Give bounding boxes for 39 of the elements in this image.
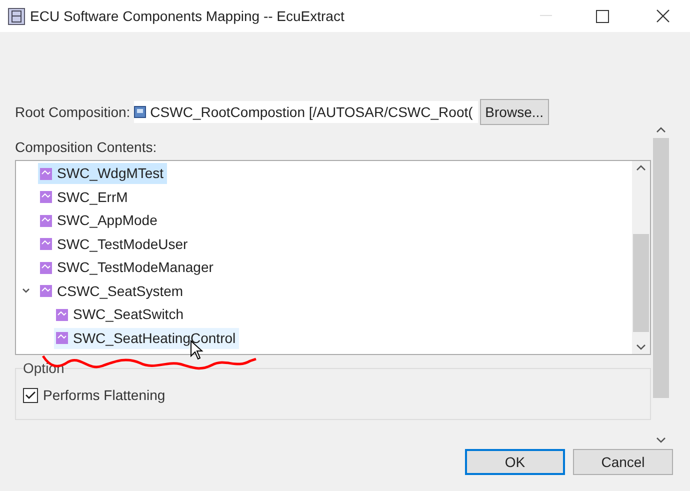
component-icon <box>40 238 52 250</box>
component-icon <box>56 332 68 344</box>
tree-item[interactable]: SWC_TestModeManager <box>38 257 216 278</box>
root-composition-field[interactable]: CSWC_RootCompostion [/AUTOSAR/CSWC_Root( <box>134 101 478 123</box>
root-composition-label: Root Composition: <box>15 102 130 122</box>
scroll-up-icon[interactable] <box>656 127 666 133</box>
scroll-up-icon[interactable] <box>636 165 646 171</box>
tree-item[interactable]: CSWC_SeatSystem <box>38 280 186 302</box>
component-icon <box>40 168 52 180</box>
dialog-button[interactable]: OK <box>465 449 565 475</box>
component-icon <box>40 262 52 274</box>
scroll-down-icon[interactable] <box>636 344 646 350</box>
tree-item[interactable]: SWC_SeatHeatingControl <box>54 328 239 349</box>
close-icon[interactable] <box>656 9 670 23</box>
component-icon <box>40 214 52 227</box>
tree-item[interactable]: SWC_TestModeUser <box>38 234 191 255</box>
scrollbar-thumb[interactable] <box>633 234 649 332</box>
tree-item[interactable]: SWC_SeatSwitch <box>54 304 186 326</box>
component-icon <box>56 308 68 321</box>
tree-item[interactable]: SWC_ErrM <box>38 186 131 208</box>
scrollbar-thumb[interactable] <box>653 138 669 398</box>
browse-button[interactable]: Browse... <box>480 99 549 125</box>
checkbox[interactable] <box>23 388 38 403</box>
window-title: ECU Software Components Mapping -- EcuExtract <box>30 6 344 26</box>
composition-icon <box>134 106 146 118</box>
expand-chevron-icon[interactable] <box>22 287 30 296</box>
checkbox-label: Performs Flattening <box>43 386 166 405</box>
tree-item[interactable]: SWC_AppMode <box>38 210 160 232</box>
page-scrollbar[interactable] <box>652 125 670 445</box>
component-icon <box>40 285 52 298</box>
checkmark-icon <box>25 391 36 400</box>
component-icon <box>40 191 52 204</box>
maximize-icon[interactable] <box>596 10 609 22</box>
app-icon <box>8 8 25 24</box>
dialog-button[interactable]: Cancel <box>573 449 673 475</box>
composition-contents-label: Composition Contents: <box>15 138 158 157</box>
tree-item[interactable]: SWC_WdgMTest <box>38 163 167 184</box>
scroll-down-icon[interactable] <box>656 437 666 443</box>
tree-scrollbar[interactable] <box>632 161 650 354</box>
